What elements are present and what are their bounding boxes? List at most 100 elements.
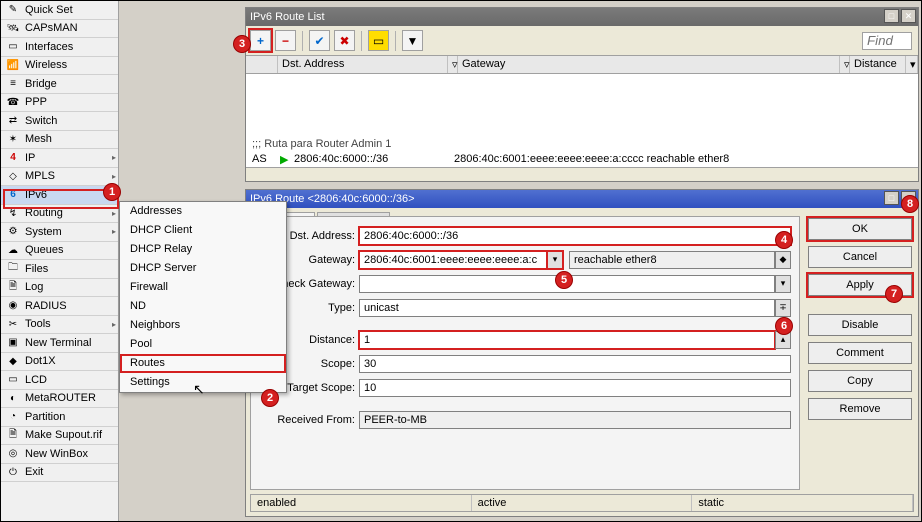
find-input[interactable] [862, 32, 912, 50]
menu-capsman[interactable]: 🛰CAPsMAN [1, 20, 118, 39]
menu-newwinbox[interactable]: ◎New WinBox [1, 445, 118, 464]
col-dist[interactable]: Distance [850, 56, 906, 73]
maximize-button[interactable]: □ [884, 191, 899, 205]
remove-button[interactable]: Remove [808, 398, 912, 420]
menu-quickset[interactable]: ✎Quick Set [1, 1, 118, 20]
type-input[interactable] [359, 299, 775, 317]
menu-routing[interactable]: ↯Routing▸ [1, 205, 118, 224]
window-title: IPv6 Route List [250, 11, 325, 23]
submenu-label: DHCP Server [130, 262, 196, 274]
dst-address-input[interactable] [359, 227, 791, 245]
anno-4: 4 [775, 231, 793, 249]
menu-newterminal[interactable]: ▣New Terminal [1, 334, 118, 353]
submenu-routes[interactable]: Routes [120, 354, 286, 373]
mouse-cursor-icon: ↖ [193, 381, 205, 398]
columns-button[interactable]: ▾ [906, 56, 918, 73]
gateway-dropdown[interactable]: ▾ [547, 251, 563, 269]
checkgw-dropdown[interactable]: ▾ [775, 275, 791, 293]
anno-8: 8 [901, 195, 919, 213]
submenu-label: Settings [130, 376, 170, 388]
type-dropdown[interactable]: ∓ [775, 299, 791, 317]
antenna-icon: 🛰 [5, 20, 21, 36]
submenu-firewall[interactable]: Firewall [120, 278, 286, 297]
ok-button[interactable]: OK [808, 218, 912, 240]
remove-button[interactable]: − [275, 30, 296, 51]
filter-button[interactable]: ▼ [402, 30, 423, 51]
enable-button[interactable]: ✔ [309, 30, 330, 51]
comment-button[interactable]: ▭ [368, 30, 389, 51]
anno-3: 3 [233, 35, 251, 53]
menu-wireless[interactable]: 📶Wireless [1, 57, 118, 76]
exit-icon: ⏻ [5, 464, 21, 480]
menu-supout[interactable]: 🗎Make Supout.rif [1, 427, 118, 446]
menu-switch[interactable]: ⇄Switch [1, 112, 118, 131]
sort-icon[interactable]: ▿ [448, 56, 458, 73]
menu-exit[interactable]: ⏻Exit [1, 464, 118, 483]
menu-tools[interactable]: ✂Tools▸ [1, 316, 118, 335]
maximize-button[interactable]: □ [884, 9, 899, 23]
winbox-icon: ◎ [5, 446, 21, 462]
menu-metarouter[interactable]: ◐MetaROUTER [1, 390, 118, 409]
close-button[interactable]: ✕ [901, 9, 916, 23]
menu-log[interactable]: 🗎Log [1, 279, 118, 298]
partition-icon: ◔ [5, 409, 21, 425]
col-flag[interactable] [246, 56, 278, 73]
menu-ipv6[interactable]: 6IPv6▸ [1, 186, 118, 205]
cancel-button[interactable]: Cancel [808, 246, 912, 268]
menu-mesh[interactable]: ✶Mesh [1, 131, 118, 150]
menu-ppp[interactable]: ☎PPP [1, 94, 118, 113]
copy-button[interactable]: Copy [808, 370, 912, 392]
lcd-icon: ▭ [5, 372, 21, 388]
distance-input[interactable] [359, 331, 775, 349]
anno-5: 5 [555, 271, 573, 289]
menu-queues[interactable]: ☁Queues [1, 242, 118, 261]
menu-lcd[interactable]: ▭LCD [1, 371, 118, 390]
submenu-dhcpclient[interactable]: DHCP Client [120, 221, 286, 240]
grid-body[interactable]: ;;; Ruta para Router Admin 1 AS ▶ 2806:4… [246, 74, 918, 168]
menu-label: Dot1X [25, 355, 56, 367]
scope-input[interactable] [359, 355, 791, 373]
menu-mpls[interactable]: ◇MPLS▸ [1, 168, 118, 187]
submenu-neighbors[interactable]: Neighbors [120, 316, 286, 335]
col-dst[interactable]: Dst. Address [278, 56, 448, 73]
submenu-dhcpserver[interactable]: DHCP Server [120, 259, 286, 278]
submenu-nd[interactable]: ND [120, 297, 286, 316]
table-row[interactable]: AS ▶ 2806:40c:6000::/36 2806:40c:6001:ee… [246, 152, 918, 167]
menu-system[interactable]: ⚙System▸ [1, 223, 118, 242]
ipv6-icon: 6 [5, 187, 21, 203]
log-icon: 🗎 [5, 279, 21, 295]
menu-label: Mesh [25, 133, 52, 145]
title-bar[interactable]: IPv6 Route List □ ✕ [246, 8, 918, 26]
comment-button[interactable]: Comment [808, 342, 912, 364]
menu-interfaces[interactable]: ▭Interfaces [1, 38, 118, 57]
submenu-addresses[interactable]: Addresses [120, 202, 286, 221]
menu-label: New Terminal [25, 337, 91, 349]
add-button[interactable]: + [250, 30, 271, 51]
sort-icon[interactable]: ▿ [840, 56, 850, 73]
menu-ip[interactable]: 4IP▸ [1, 149, 118, 168]
gear-icon: ⚙ [5, 224, 21, 240]
separator [361, 31, 362, 51]
window-route-list: IPv6 Route List □ ✕ + − ✔ ✖ ▭ ▼ Dst. Add… [245, 7, 919, 182]
row-flag: AS [248, 153, 276, 166]
menu-partition[interactable]: ◔Partition [1, 408, 118, 427]
menu-label: Quick Set [25, 4, 73, 16]
gateway-add[interactable]: ◆ [775, 251, 791, 269]
menu-files[interactable]: 🗀Files [1, 260, 118, 279]
menu-label: RADIUS [25, 300, 67, 312]
disable-button[interactable]: Disable [808, 314, 912, 336]
col-gw[interactable]: Gateway [458, 56, 840, 73]
submenu-pool[interactable]: Pool [120, 335, 286, 354]
row-comment: ;;; Ruta para Router Admin 1 [246, 136, 918, 152]
menu-radius[interactable]: ◉RADIUS [1, 297, 118, 316]
route-active-icon: ▶ [276, 153, 290, 166]
menu-dot1x[interactable]: ◆Dot1X [1, 353, 118, 372]
ppp-icon: ☎ [5, 94, 21, 110]
disable-button[interactable]: ✖ [334, 30, 355, 51]
target-scope-input[interactable] [359, 379, 791, 397]
status-bar: enabled active static [250, 494, 914, 512]
submenu-dhcprelay[interactable]: DHCP Relay [120, 240, 286, 259]
title-bar[interactable]: IPv6 Route <2806:40c:6000::/36> □ ✕ [246, 190, 918, 208]
menu-bridge[interactable]: ≡Bridge [1, 75, 118, 94]
gateway-input[interactable] [359, 251, 547, 269]
